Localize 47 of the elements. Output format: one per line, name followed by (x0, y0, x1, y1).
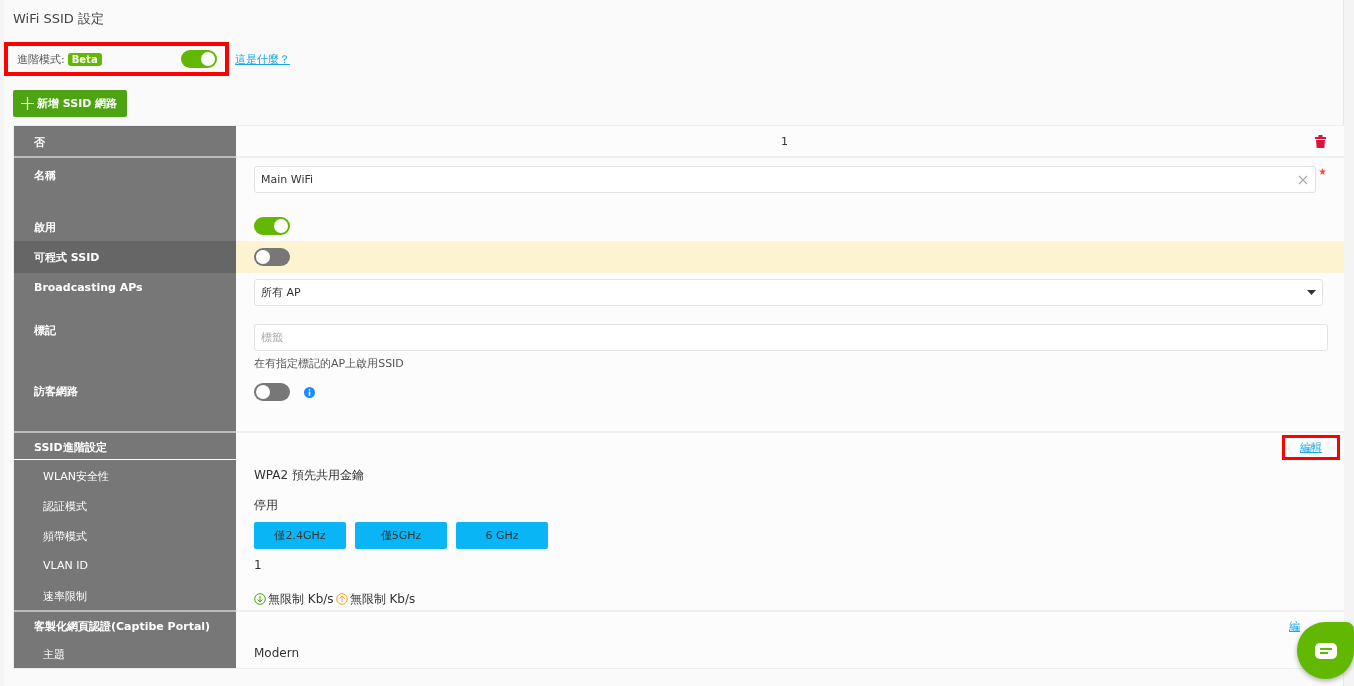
row-label: WLAN安全性 (14, 460, 236, 490)
download-icon (254, 593, 266, 605)
toggle-switch[interactable] (254, 383, 290, 401)
band-button[interactable]: 僅2.4GHz (254, 521, 346, 549)
setting-value: WPA2 預先共用金鑰 (254, 466, 364, 484)
clear-icon[interactable] (1298, 175, 1308, 185)
row-label: VLAN ID (14, 550, 236, 580)
tag-hint: 在有指定標記的AP上啟用SSID (254, 356, 405, 371)
chat-icon (1314, 642, 1337, 659)
band-button[interactable]: 僅5GHz (355, 521, 447, 549)
edit-link[interactable]: 編輯 (1282, 435, 1340, 460)
info-icon[interactable] (304, 387, 315, 398)
row-label: 可程式 SSID (14, 241, 236, 273)
ap-select[interactable]: 所有 AP (254, 279, 1323, 306)
row-label: 訪客網路 (14, 373, 236, 431)
row-label: 速率限制 (14, 580, 236, 610)
row-label: 否 (14, 126, 236, 156)
toggle-switch[interactable] (254, 248, 290, 266)
upload-icon (335, 593, 348, 605)
advanced-mode-label: 進階模式: (17, 51, 65, 67)
setting-value: 停用 (254, 496, 278, 514)
row-label: 名稱 (14, 156, 236, 211)
download-limit: 無限制 Kb/s (268, 590, 334, 608)
row-label: 頻帶模式 (14, 520, 236, 550)
band-button[interactable]: 6 GHz (456, 521, 548, 549)
tag-field[interactable]: 標籤 (254, 324, 1328, 351)
trash-icon[interactable] (1315, 134, 1326, 148)
edit-link[interactable]: 編 (1289, 619, 1300, 634)
row-label: 啟用 (14, 211, 236, 241)
setting-value: Modern (254, 646, 300, 660)
add-ssid-button[interactable]: 新增 SSID 網路 (13, 90, 128, 117)
setting-value: 1 (254, 558, 262, 572)
name-field[interactable]: Main WiFi (254, 166, 1316, 193)
row-label: 認証模式 (14, 490, 236, 520)
section-title: 客製化網頁認證(Captibe Portal) (14, 610, 236, 638)
dropdown-caret-icon (1307, 290, 1316, 295)
page-title: WiFi SSID 設定 (13, 10, 105, 28)
row-label: 主題 (14, 638, 236, 668)
plus-icon (21, 97, 34, 110)
toggle-switch[interactable] (181, 50, 217, 68)
section-title: SSID進階設定 (14, 431, 236, 459)
row-label: Broadcasting APs (14, 273, 236, 313)
ssid-number: 1 (780, 134, 789, 148)
beta-badge: Beta (67, 52, 102, 66)
toggle-switch[interactable] (254, 217, 290, 235)
upload-limit: 無限制 Kb/s (349, 590, 416, 608)
row-label: 標記 (14, 313, 236, 373)
